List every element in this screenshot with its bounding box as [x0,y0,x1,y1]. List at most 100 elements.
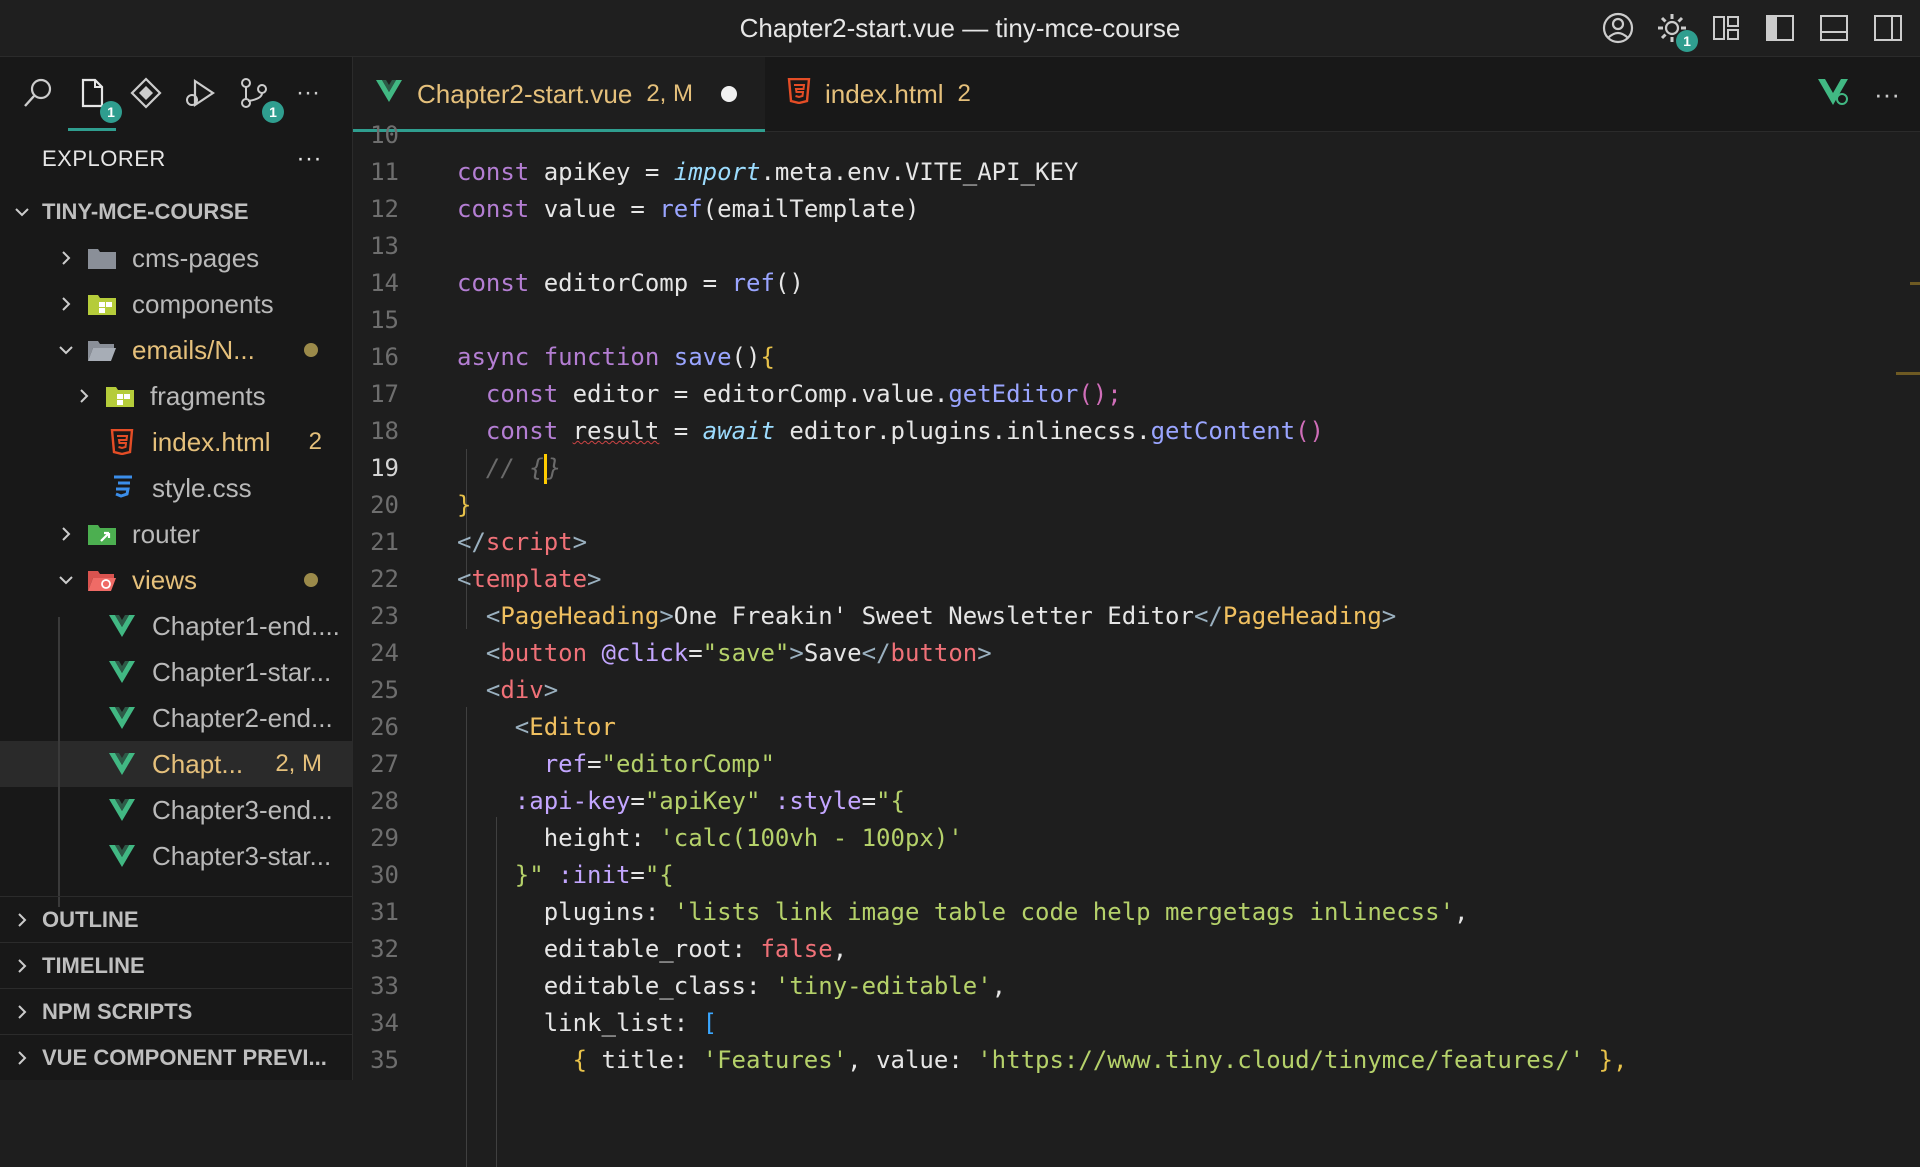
components-folder-icon [86,288,118,320]
toggle-secondary-sidebar-icon[interactable] [1870,10,1906,46]
tab-label: index.html [825,78,944,109]
code-line: 10 [370,121,399,149]
vue-file-icon [375,79,403,110]
code-line: 31 plugins: 'lists link image table code… [370,898,1469,926]
tree-file-chapter1-end[interactable]: Chapter1-end.... [0,603,352,649]
code-line: 13 [370,232,399,260]
unsaved-dot-icon[interactable] [721,86,738,102]
account-icon[interactable] [1600,10,1636,46]
code-line: 20} [370,491,472,519]
chevron-right-icon [10,1000,34,1024]
tab-label: Chapter2-start.vue [417,78,633,109]
html5-icon [106,426,138,458]
scrollbar-marker [1910,282,1920,285]
code-line: 12 const value = ref(emailTemplate) [370,195,920,223]
tree-file-index-html[interactable]: index.html 2 [0,419,352,465]
chevron-right-icon [54,522,78,546]
modified-dot [304,343,318,357]
code-line: 19 // {} [370,454,562,484]
vue-file-icon [106,702,138,734]
tree-indent-guide [58,617,60,907]
code-line: 21 </script> [370,528,588,556]
code-line: 24 <button @click="save">Save</button> [370,639,992,667]
folder-icon [86,242,118,274]
code-line: 34 link_list: [ [370,1009,718,1037]
tree-file-chapter2-start[interactable]: Chapt... 2, M [0,741,352,787]
search-icon[interactable] [18,73,58,113]
code-line: 22 <template> [370,565,602,593]
tab-status: 2, M [646,80,694,107]
code-line: 32 editable_root: false, [370,935,848,963]
code-line: 29 height: 'calc(100vh - 100px)' [370,824,963,852]
modified-dot [304,573,318,587]
chevron-right-icon [72,384,96,408]
git-status-decoration: 2, M [275,750,322,777]
tree-file-style-css[interactable]: style.css [0,465,352,511]
explorer-badge: 1 [100,101,122,123]
editor-area: Chapter2-start.vue 2, M index.html 2 ···… [353,57,1920,1167]
chevron-right-icon [54,292,78,316]
code-line: 25 <div> [370,676,559,704]
tree-file-chapter3-start[interactable]: Chapter3-star... [0,833,352,879]
vue-preview-icon[interactable] [1816,77,1850,112]
chevron-right-icon [10,954,34,978]
toggle-panel-icon[interactable] [1816,10,1852,46]
activity-bar: 1 1 ··· [0,57,352,131]
tree-folder-views[interactable]: views [0,557,352,603]
tree-file-chapter3-end[interactable]: Chapter3-end... [0,787,352,833]
tree-file-chapter1-start[interactable]: Chapter1-star... [0,649,352,695]
views-folder-icon [86,564,118,596]
toggle-primary-sidebar-icon[interactable] [1762,10,1798,46]
router-folder-icon [86,518,118,550]
fragments-folder-icon [104,380,136,412]
scm-badge: 1 [262,101,284,123]
explorer-header: EXPLORER ··· [0,129,352,189]
vue-file-icon [106,656,138,688]
vue-file-icon [106,748,138,780]
problem-count: 2 [308,428,322,455]
tree-folder-cms-pages[interactable]: cms-pages [0,235,352,281]
tree-folder-fragments[interactable]: fragments [0,373,352,419]
settings-gear-icon[interactable]: 1 [1654,10,1698,52]
customize-layout-icon[interactable] [1708,10,1744,46]
css3-icon [106,472,138,504]
html5-icon [787,77,811,111]
code-line: 16 async function save(){ [370,343,775,371]
workspace-root[interactable]: TINY-MCE-COURSE [0,189,352,235]
extensions-diamond-icon[interactable] [126,73,166,113]
code-line: 17 const editor = editorComp.value.getEd… [370,380,1122,408]
explorer-more-actions-icon[interactable]: ··· [297,145,322,173]
section-outline[interactable]: OUTLINE [0,896,352,942]
more-views-icon[interactable]: ··· [288,73,328,113]
title-bar: Chapter2-start.vue — tiny-mce-course 1 [0,0,1920,57]
vue-file-icon [106,794,138,826]
more-actions-icon[interactable]: ··· [1874,79,1900,110]
section-timeline[interactable]: TIMELINE [0,942,352,988]
file-tree: cms-pages components emails/N... fragmen… [0,235,352,879]
run-debug-icon[interactable] [180,73,220,113]
code-line: 33 editable_class: 'tiny-editable', [370,972,1007,1000]
scrollbar-marker [1896,372,1920,375]
tree-file-chapter2-end[interactable]: Chapter2-end... [0,695,352,741]
tab-status: 2 [957,80,971,107]
vue-file-icon [106,610,138,642]
chevron-down-icon [54,338,78,362]
tree-folder-router[interactable]: router [0,511,352,557]
chevron-right-icon [10,1046,34,1070]
code-line: 35 { title: 'Features', value: 'https://… [370,1046,1628,1074]
vue-file-icon [106,840,138,872]
chevron-right-icon [10,908,34,932]
tree-folder-emails[interactable]: emails/N... [0,327,352,373]
settings-badge: 1 [1676,30,1698,52]
source-control-icon[interactable]: 1 [234,73,284,123]
section-npm-scripts[interactable]: NPM SCRIPTS [0,988,352,1034]
section-vue-component-preview[interactable]: VUE COMPONENT PREVI... [0,1034,352,1080]
tree-folder-components[interactable]: components [0,281,352,327]
open-folder-icon [86,334,118,366]
code-line: 15 [370,306,399,334]
explorer-files-icon[interactable]: 1 [68,73,122,131]
chevron-down-icon [10,200,34,224]
code-line: 28 :api-key="apiKey" :style="{ [370,787,905,815]
chevron-right-icon [54,246,78,270]
code-line: 18 const result = await editor.plugins.i… [370,417,1325,445]
